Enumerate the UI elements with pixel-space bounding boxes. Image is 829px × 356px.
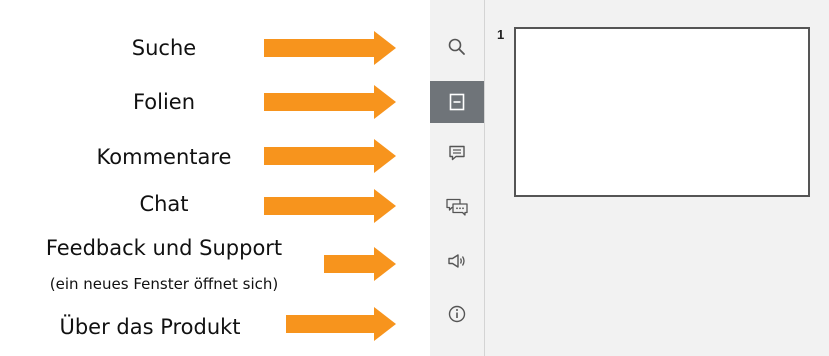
slide-number: 1	[497, 27, 505, 42]
label-search: Suche	[131, 36, 197, 60]
about-button[interactable]	[430, 293, 484, 335]
chat-icon	[446, 198, 468, 216]
arrow-slides	[264, 85, 396, 119]
search-icon	[448, 38, 465, 55]
chat-button[interactable]	[430, 186, 484, 228]
search-button[interactable]	[430, 26, 484, 68]
slides-button[interactable]	[430, 81, 484, 123]
arrow-chat	[264, 189, 396, 223]
megaphone-icon	[448, 254, 465, 268]
feedback-button[interactable]	[430, 240, 484, 282]
info-icon	[448, 305, 466, 323]
slide-thumbnail[interactable]	[514, 27, 810, 197]
comments-button[interactable]	[430, 132, 484, 174]
label-comments: Kommentare	[96, 145, 232, 169]
arrow-comments	[264, 139, 396, 173]
side-toolbar	[430, 0, 485, 356]
slides-icon	[449, 93, 465, 111]
comment-icon	[449, 145, 465, 161]
arrow-search	[264, 31, 396, 65]
label-slides: Folien	[132, 90, 196, 114]
label-feedback: Feedback und Support	[45, 236, 283, 260]
label-feedback-note: (ein neues Fenster öffnet sich)	[49, 275, 279, 293]
label-about: Über das Produkt	[59, 315, 241, 339]
arrow-feedback	[324, 247, 396, 281]
arrow-about	[286, 307, 396, 341]
label-chat: Chat	[139, 192, 189, 216]
